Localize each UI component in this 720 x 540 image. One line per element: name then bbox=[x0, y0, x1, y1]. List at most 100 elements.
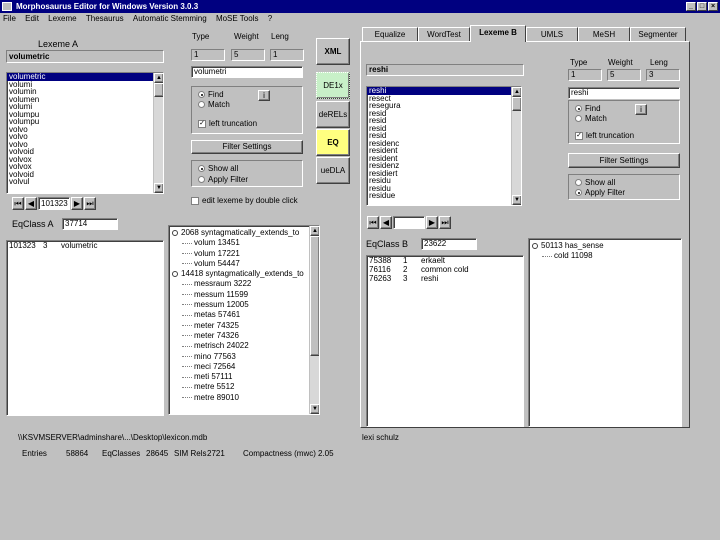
find-radio-a[interactable]: Find bbox=[198, 90, 224, 100]
weight-field-b[interactable]: 5 bbox=[607, 69, 641, 81]
list-item[interactable]: resid bbox=[367, 117, 521, 125]
record-number-b-field[interactable] bbox=[393, 216, 425, 229]
match-radio-a[interactable]: Match bbox=[198, 100, 230, 110]
list-item[interactable]: volvo bbox=[7, 133, 163, 141]
close-button[interactable]: × bbox=[708, 2, 718, 11]
lexeme-b-field[interactable]: reshi bbox=[366, 64, 524, 76]
tree-node-icon[interactable] bbox=[172, 229, 178, 236]
search-input-b[interactable]: reshi bbox=[568, 87, 680, 99]
scroll-thumb[interactable] bbox=[512, 97, 521, 111]
scroll-up-icon[interactable]: ▲ bbox=[512, 87, 521, 97]
filter-settings-button-b[interactable]: Filter Settings bbox=[568, 153, 680, 168]
tree-item[interactable]: messum 11599 bbox=[172, 290, 319, 300]
tab-wordtest[interactable]: WordTest bbox=[418, 27, 470, 41]
list-item[interactable]: residiert bbox=[367, 170, 521, 178]
list-item[interactable]: resident bbox=[367, 147, 521, 155]
eqclass-a-list[interactable]: 101323 3 volumetric bbox=[6, 240, 164, 416]
maximize-button[interactable]: □ bbox=[697, 2, 707, 11]
tab-lexeme-b[interactable]: Lexeme B bbox=[470, 25, 526, 42]
filter-settings-button-a[interactable]: Filter Settings bbox=[191, 140, 303, 154]
list-item[interactable]: volumetric bbox=[7, 73, 163, 81]
tree-item[interactable]: metre 89010 bbox=[172, 393, 319, 403]
relations-tree-a[interactable]: 2068 syntagmatically_extends_to volum 134… bbox=[168, 225, 320, 415]
menu-edit[interactable]: Edit bbox=[25, 14, 39, 23]
list-item[interactable]: residenz bbox=[367, 162, 521, 170]
length-field-b[interactable]: 3 bbox=[646, 69, 680, 81]
scroll-up-icon[interactable]: ▲ bbox=[154, 73, 163, 83]
tree-item[interactable]: metre 5512 bbox=[172, 382, 319, 392]
left-truncation-checkbox-a[interactable]: ✓ left truncation bbox=[198, 119, 257, 129]
tree-item[interactable]: meti 57111 bbox=[172, 372, 319, 382]
menu-lexeme[interactable]: Lexeme bbox=[48, 14, 76, 23]
first-record-b-icon[interactable]: ⏮ bbox=[367, 216, 379, 229]
find-radio-b[interactable]: Find bbox=[575, 104, 601, 114]
scroll-down-icon[interactable]: ▼ bbox=[512, 195, 521, 205]
scroll-thumb[interactable] bbox=[154, 83, 163, 97]
list-item[interactable]: volumen bbox=[7, 96, 163, 104]
list-item[interactable]: resect bbox=[367, 95, 521, 103]
eqclass-a-field[interactable]: 37714 bbox=[62, 218, 118, 230]
left-truncation-checkbox-b[interactable]: ✓ left truncation bbox=[575, 131, 634, 141]
list-item[interactable]: volvul bbox=[7, 178, 163, 186]
list-item[interactable]: residenc bbox=[367, 140, 521, 148]
list-item[interactable]: residu bbox=[367, 185, 521, 193]
list-item[interactable]: reshi bbox=[367, 87, 521, 95]
tab-umls[interactable]: UMLS bbox=[526, 27, 578, 41]
tree-item[interactable]: mino 77563 bbox=[172, 352, 319, 362]
menu-mose-tools[interactable]: MoSE Tools bbox=[216, 14, 259, 23]
menu-automatic-stemming[interactable]: Automatic Stemming bbox=[133, 14, 207, 23]
list-item[interactable]: resegura bbox=[367, 102, 521, 110]
list-item[interactable]: resident bbox=[367, 155, 521, 163]
list-item[interactable]: volvo bbox=[7, 126, 163, 134]
tree-item[interactable]: messum 12005 bbox=[172, 300, 319, 310]
tree-item[interactable]: 50113 has_sense bbox=[532, 241, 681, 251]
list-item[interactable]: volumpu bbox=[7, 111, 163, 119]
lexeme-b-list[interactable]: reshi resect resegura resid resid resid resid r… bbox=[366, 86, 522, 206]
tree-node-icon[interactable] bbox=[532, 242, 538, 249]
list-item[interactable]: resid bbox=[367, 110, 521, 118]
xml-button[interactable]: XML bbox=[316, 38, 350, 65]
next-record-b-icon[interactable]: ▶ bbox=[426, 216, 438, 229]
tree-item[interactable]: cold 11098 bbox=[532, 251, 681, 261]
list-item[interactable]: volumpu bbox=[7, 118, 163, 126]
scroll-thumb[interactable] bbox=[310, 236, 319, 356]
next-record-icon[interactable]: ▶ bbox=[71, 197, 83, 210]
list-item[interactable]: volvo bbox=[7, 141, 163, 149]
match-radio-b[interactable]: Match bbox=[575, 114, 607, 124]
prev-record-b-icon[interactable]: ◀ bbox=[380, 216, 392, 229]
info-button-a[interactable]: i bbox=[258, 90, 270, 101]
table-row[interactable]: 76263 3 reshi bbox=[369, 274, 523, 283]
list-item[interactable]: volvox bbox=[7, 163, 163, 171]
tree-item[interactable]: meter 74325 bbox=[172, 321, 319, 331]
weight-field-a[interactable]: 5 bbox=[231, 49, 265, 61]
list-item[interactable]: volvox bbox=[7, 156, 163, 164]
record-number-field[interactable]: 101323 bbox=[38, 197, 70, 210]
list-item[interactable]: volumin bbox=[7, 88, 163, 96]
list-item[interactable]: volvoid bbox=[7, 148, 163, 156]
scroll-up-icon[interactable]: ▲ bbox=[310, 226, 319, 236]
lexeme-b-scrollbar[interactable]: ▲ ▼ bbox=[511, 87, 521, 205]
table-row[interactable]: 76116 2 common cold bbox=[369, 265, 523, 274]
last-record-b-icon[interactable]: ⏭ bbox=[439, 216, 451, 229]
lexeme-a-field[interactable]: volumetric bbox=[6, 50, 164, 63]
list-item[interactable]: residu bbox=[367, 177, 521, 185]
menu-file[interactable]: File bbox=[3, 14, 16, 23]
lexeme-a-scrollbar[interactable]: ▲ ▼ bbox=[153, 73, 163, 193]
info-button-b[interactable]: i bbox=[635, 104, 647, 115]
list-item[interactable]: volumi bbox=[7, 81, 163, 89]
length-field-a[interactable]: 1 bbox=[270, 49, 304, 61]
tree-item[interactable]: volum 17221 bbox=[172, 249, 319, 259]
table-row[interactable]: 101323 3 volumetric bbox=[9, 241, 163, 250]
type-field-a[interactable]: 1 bbox=[191, 49, 225, 61]
menu-thesaurus[interactable]: Thesaurus bbox=[86, 14, 124, 23]
tree-item[interactable]: messraum 3222 bbox=[172, 279, 319, 289]
tree-item[interactable]: volum 54447 bbox=[172, 259, 319, 269]
scroll-down-icon[interactable]: ▼ bbox=[154, 183, 163, 193]
list-item[interactable]: resid bbox=[367, 132, 521, 140]
derels-button[interactable]: deRELs bbox=[316, 101, 350, 128]
uedla-button[interactable]: ueDLA bbox=[316, 157, 350, 184]
prev-record-icon[interactable]: ◀ bbox=[25, 197, 37, 210]
de1x-button[interactable]: DE1x bbox=[316, 72, 350, 99]
edit-lexeme-checkbox[interactable]: edit lexeme by double click bbox=[191, 196, 298, 206]
lexeme-a-list[interactable]: volumetric volumi volumin volumen volumi volu… bbox=[6, 72, 164, 194]
